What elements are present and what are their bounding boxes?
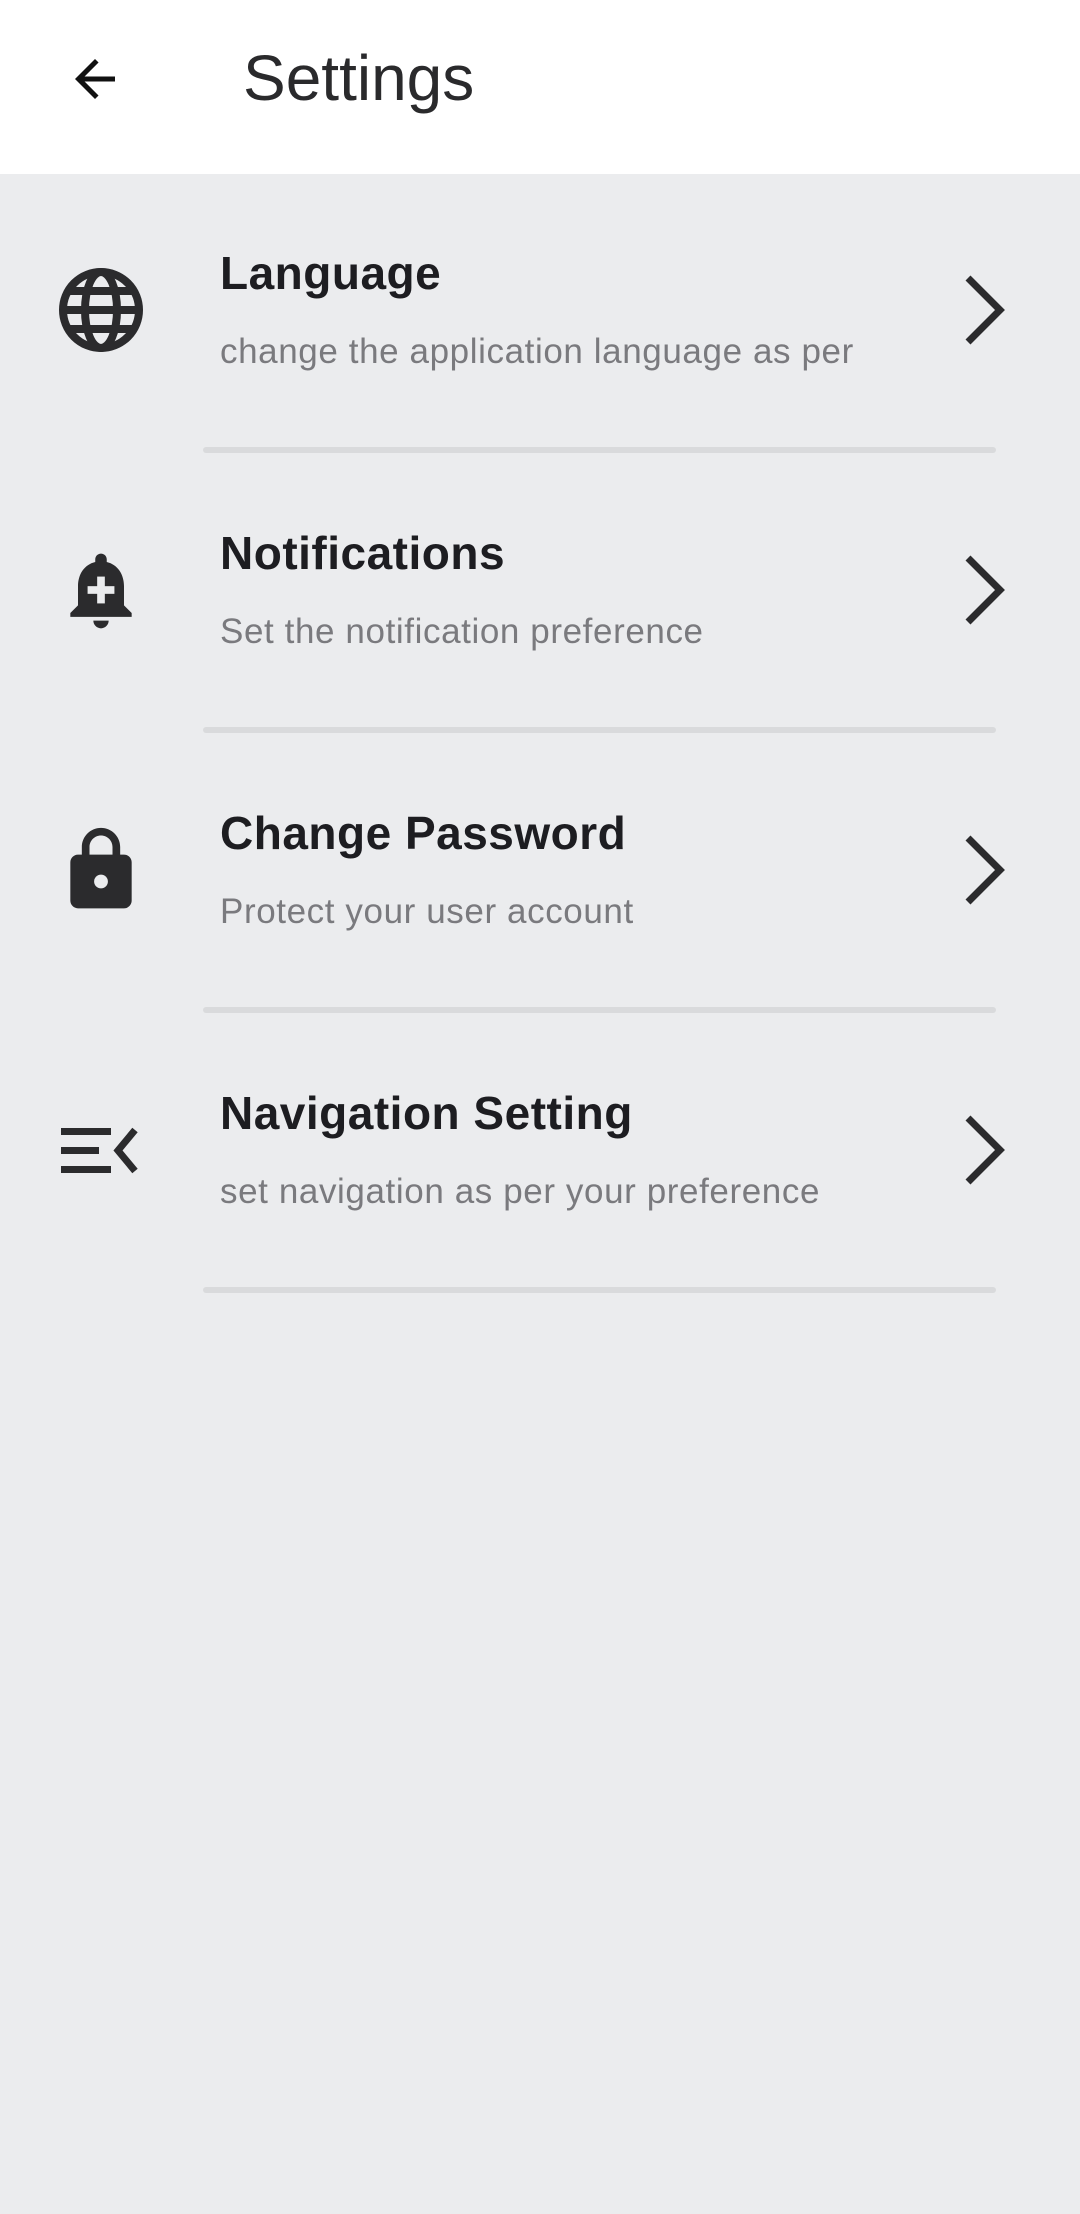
settings-item-subtitle: Set the notification preference [220,612,704,651]
settings-item-title: Navigation Setting [220,1087,633,1139]
chevron-right-icon [950,1110,1020,1190]
divider [203,1287,996,1293]
settings-item-notifications[interactable]: Notifications Set the notification prefe… [0,454,1080,734]
settings-item-navigation-setting[interactable]: Navigation Setting set navigation as per… [0,1014,1080,1294]
settings-item-title: Language [220,247,442,299]
back-button[interactable] [40,29,150,129]
page-title: Settings [243,42,475,114]
lock-icon [55,824,147,916]
arrow-back-icon [75,59,115,99]
settings-item-subtitle: set navigation as per your preference [220,1172,821,1211]
divider [203,727,996,733]
chevron-right-icon [950,270,1020,350]
globe-icon [55,264,147,356]
app-bar: Settings [0,0,1080,174]
settings-item-change-password[interactable]: Change Password Protect your user accoun… [0,734,1080,1014]
notification-add-icon [55,544,147,636]
settings-item-subtitle: Protect your user account [220,892,634,931]
settings-list: Language change the application language… [0,174,1080,1294]
divider [203,1007,996,1013]
chevron-right-icon [950,550,1020,630]
settings-item-subtitle: change the application language as per [220,332,854,371]
settings-item-language[interactable]: Language change the application language… [0,174,1080,454]
settings-item-title: Change Password [220,807,627,859]
menu-open-icon [55,1104,147,1196]
chevron-right-icon [950,830,1020,910]
settings-item-title: Notifications [220,527,506,579]
divider [203,447,996,453]
